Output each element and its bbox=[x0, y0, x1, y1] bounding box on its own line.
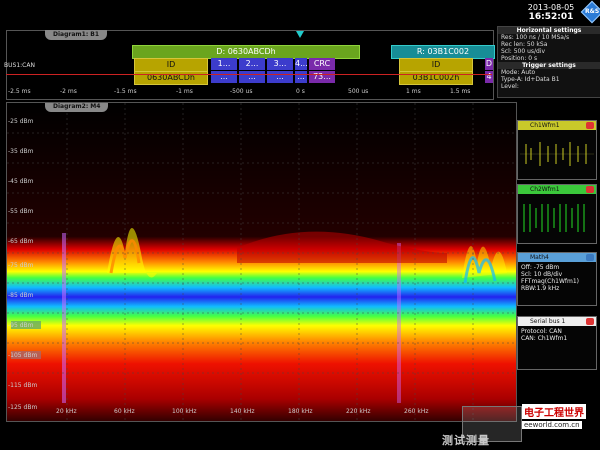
ch1-waveform-box[interactable]: Ch1Wfm1 bbox=[517, 120, 597, 180]
crc-value-cell: 73... bbox=[309, 71, 335, 83]
d2-ytick: -125 dBm bbox=[8, 404, 38, 411]
h-setting-row: Res: 100 ns / 10 MSa/s bbox=[501, 34, 570, 41]
data-byte-1: 1... bbox=[211, 58, 237, 70]
ch2-waveform-box[interactable]: Ch2Wfm1 bbox=[517, 184, 597, 244]
d1-xtick: -1.5 ms bbox=[114, 88, 137, 95]
trigger-marker-icon[interactable] bbox=[296, 31, 304, 38]
t-setting-row: Mode: Auto bbox=[501, 69, 536, 76]
ch1-mini-waveform bbox=[520, 142, 594, 166]
d1-xtick: -2.5 ms bbox=[8, 88, 31, 95]
serial-bus-box-title: Serial bus 1 bbox=[530, 318, 566, 325]
d2-xtick: 220 kHz bbox=[346, 408, 371, 415]
horizontal-settings-header: Horizontal settings bbox=[498, 27, 600, 34]
data-byte-2: 2... bbox=[239, 58, 265, 70]
rs-logo-text: R&S bbox=[585, 7, 600, 15]
diagram2-panel[interactable]: Diagram2: M4 bbox=[6, 102, 517, 422]
timestamp: 2013-08-05 16:52:01 bbox=[520, 3, 582, 22]
can-remote-frame-header[interactable]: R: 03B1C002 bbox=[391, 45, 495, 59]
data-byte-2-value: ... bbox=[239, 71, 265, 83]
data-byte-3: 3... bbox=[267, 58, 293, 70]
can-data-frame-header[interactable]: D: 0630ABCDh bbox=[132, 45, 360, 59]
d2-ytick: -55 dBm bbox=[8, 208, 34, 215]
d2-ytick: -75 dBm bbox=[8, 262, 34, 269]
diagram1-title: Diagram1: B1 bbox=[45, 30, 108, 40]
d2-xtick: 20 kHz bbox=[56, 408, 77, 415]
remote-extra-top: D bbox=[485, 58, 493, 70]
t-setting-row: Type-A: Id+Data B1 bbox=[501, 76, 560, 83]
t-setting-row: Level: bbox=[501, 83, 519, 90]
d2-ytick: -35 dBm bbox=[8, 148, 34, 155]
d2-ytick: -85 dBm bbox=[8, 292, 34, 299]
spectrum-persistence-display bbox=[7, 103, 516, 421]
d2-xtick: 140 kHz bbox=[230, 408, 255, 415]
d2-xtick: 260 kHz bbox=[404, 408, 429, 415]
trigger-settings-header: Trigger settings bbox=[498, 62, 600, 69]
bus-label: BUS1:CAN bbox=[4, 62, 35, 69]
math4-row: RBW:1.9 kHz bbox=[521, 285, 560, 292]
date-text: 2013-08-05 bbox=[527, 3, 575, 12]
d1-xtick: 1 ms bbox=[406, 88, 421, 95]
time-text: 16:52:01 bbox=[528, 12, 574, 22]
settings-info-panel[interactable]: Horizontal settings Res: 100 ns / 10 MSa… bbox=[497, 26, 600, 98]
ch2-box-title: Ch2Wfm1 bbox=[530, 186, 560, 193]
close-icon[interactable] bbox=[586, 122, 594, 129]
watermark-url: eeworld.com.cn bbox=[522, 421, 582, 429]
d1-xtick: -2 ms bbox=[60, 88, 77, 95]
d2-ytick: -105 dBm bbox=[8, 352, 38, 359]
d1-xtick: -1 ms bbox=[176, 88, 193, 95]
serial-bus-row: Protocol: CAN bbox=[521, 328, 562, 335]
d1-xtick: 0 s bbox=[296, 88, 305, 95]
h-setting-row: Position: 0 s bbox=[501, 55, 538, 62]
serial-bus-box[interactable]: Serial bus 1 Protocol: CAN CAN: Ch1Wfm1 bbox=[517, 316, 597, 370]
h-setting-row: Rec len: 50 kSa bbox=[501, 41, 548, 48]
data-byte-3-value: ... bbox=[267, 71, 293, 83]
remote-id-label-cell: ID bbox=[399, 58, 473, 72]
d1-xtick: -500 us bbox=[230, 88, 253, 95]
math4-box[interactable]: Math4 Off: -75 dBm Scl: 10 dB/div FFTmag… bbox=[517, 252, 597, 306]
remote-extra-bottom: 4 bbox=[485, 71, 493, 83]
ch1-box-title: Ch1Wfm1 bbox=[530, 122, 560, 129]
d2-ytick: -95 dBm bbox=[8, 322, 34, 329]
serial-bus-row: CAN: Ch1Wfm1 bbox=[521, 335, 568, 342]
crc-label-cell: CRC bbox=[309, 58, 335, 70]
d2-ytick: -45 dBm bbox=[8, 178, 34, 185]
math4-row: FFTmag(Ch1Wfm1) bbox=[521, 278, 579, 285]
d2-xtick: 100 kHz bbox=[172, 408, 197, 415]
watermark-text: 电子工程世界 bbox=[522, 404, 586, 419]
close-icon[interactable] bbox=[586, 254, 594, 261]
d2-xtick: 60 kHz bbox=[114, 408, 135, 415]
close-icon[interactable] bbox=[586, 186, 594, 193]
h-setting-row: Scl: 500 us/div bbox=[501, 48, 546, 55]
math4-box-title: Math4 bbox=[530, 254, 549, 261]
id-label-cell: ID bbox=[134, 58, 208, 72]
d2-ytick: -25 dBm bbox=[8, 118, 34, 125]
data-byte-4: 4... bbox=[295, 58, 307, 70]
close-icon[interactable] bbox=[586, 318, 594, 325]
d1-xtick: 1.5 ms bbox=[450, 88, 471, 95]
rs-logo: R&S bbox=[580, 0, 600, 24]
math4-row: Off: -75 dBm bbox=[521, 264, 560, 271]
ch2-mini-waveform bbox=[523, 204, 585, 232]
d2-ytick: -115 dBm bbox=[8, 382, 38, 389]
math4-row: Scl: 10 dB/div bbox=[521, 271, 563, 278]
d2-xtick: 180 kHz bbox=[288, 408, 313, 415]
diagram2-title: Diagram2: M4 bbox=[45, 103, 109, 112]
bus-signal-line bbox=[6, 74, 492, 75]
d1-xtick: 500 us bbox=[348, 88, 369, 95]
data-byte-4-value: ... bbox=[295, 71, 307, 83]
data-byte-1-value: ... bbox=[211, 71, 237, 83]
watermark-footer: 测试测量 bbox=[442, 434, 490, 447]
d2-ytick: -65 dBm bbox=[8, 238, 34, 245]
